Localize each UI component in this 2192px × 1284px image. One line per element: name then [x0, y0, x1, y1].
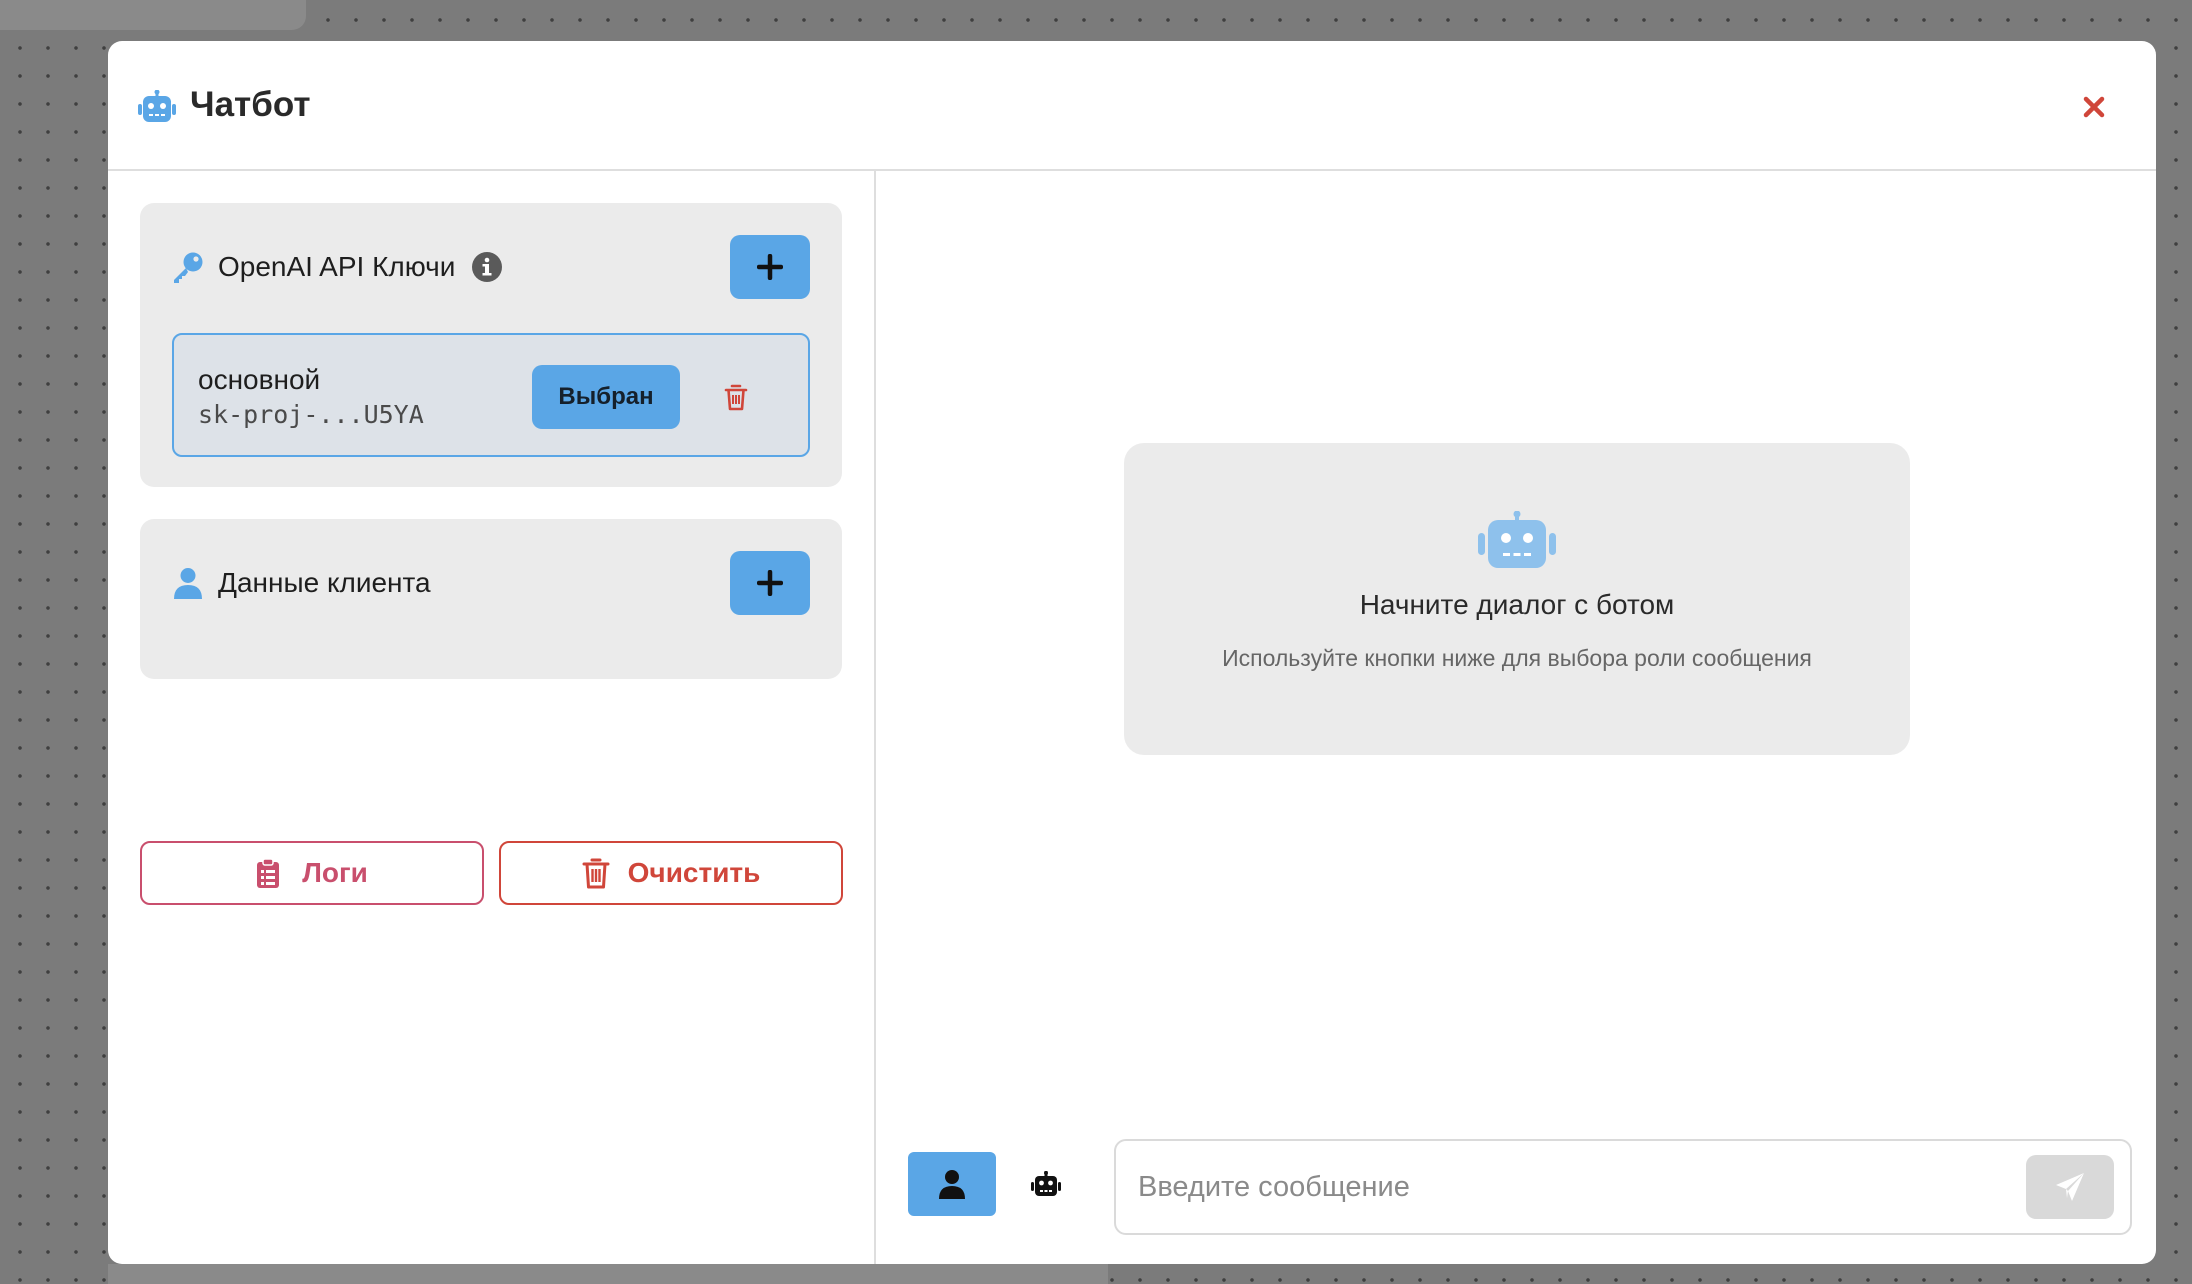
chatbot-modal: Чатбот OpenAI API Ключи основной sk-proj… — [108, 41, 2156, 1264]
chat-panel: Начните диалог с ботом Используйте кнопк… — [876, 171, 2156, 1264]
background-tab — [0, 0, 306, 30]
key-icon — [170, 249, 206, 285]
logs-button[interactable]: Логи — [140, 841, 484, 905]
api-key-item[interactable]: основной sk-proj-...U5YA Выбран — [172, 333, 810, 457]
api-key-name: основной — [198, 364, 321, 395]
empty-chat-placeholder: Начните диалог с ботом Используйте кнопк… — [1124, 443, 1910, 755]
message-box — [1114, 1139, 2132, 1235]
modal-title: Чатбот — [190, 85, 311, 124]
client-data-card: Данные клиента — [140, 519, 842, 679]
info-icon[interactable] — [471, 251, 503, 283]
add-api-key-button[interactable] — [730, 235, 810, 299]
api-key-value: sk-proj-...U5YA — [198, 400, 424, 429]
logs-label: Логи — [302, 857, 368, 888]
clear-button[interactable]: Очистить — [499, 841, 843, 905]
api-keys-header: OpenAI API Ключи — [170, 247, 503, 287]
empty-chat-title: Начните диалог с ботом — [1359, 589, 1675, 620]
empty-chat-subtitle: Используйте кнопки ниже для выбора роли … — [1222, 645, 1812, 671]
plus-icon — [757, 254, 783, 280]
clipboard-icon — [256, 857, 286, 889]
robot-icon — [1031, 1171, 1061, 1196]
sidebar: OpenAI API Ключи основной sk-proj-...U5Y… — [108, 171, 876, 1264]
api-keys-title: OpenAI API Ключи — [218, 251, 456, 282]
trash-icon[interactable] — [720, 381, 752, 413]
api-keys-card: OpenAI API Ключи основной sk-proj-...U5Y… — [140, 203, 842, 487]
client-data-header: Данные клиента — [170, 563, 431, 603]
role-bot-button[interactable] — [1006, 1152, 1086, 1216]
robot-icon — [138, 90, 176, 122]
trash-icon — [582, 857, 612, 889]
selected-key-button[interactable]: Выбран — [532, 365, 680, 429]
user-icon — [170, 565, 206, 601]
user-icon — [939, 1170, 965, 1199]
close-button[interactable] — [2074, 87, 2114, 127]
plus-icon — [757, 570, 783, 596]
background-strip — [108, 1264, 1108, 1284]
modal-header: Чатбот — [108, 41, 2156, 171]
robot-icon — [1478, 511, 1556, 568]
close-icon — [2083, 96, 2105, 118]
message-input[interactable] — [1138, 1159, 1998, 1215]
send-button[interactable] — [2026, 1155, 2114, 1219]
clear-label: Очистить — [627, 857, 761, 888]
add-client-data-button[interactable] — [730, 551, 810, 615]
role-user-button[interactable] — [908, 1152, 996, 1216]
send-icon — [2056, 1173, 2084, 1201]
client-data-title: Данные клиента — [218, 567, 431, 598]
